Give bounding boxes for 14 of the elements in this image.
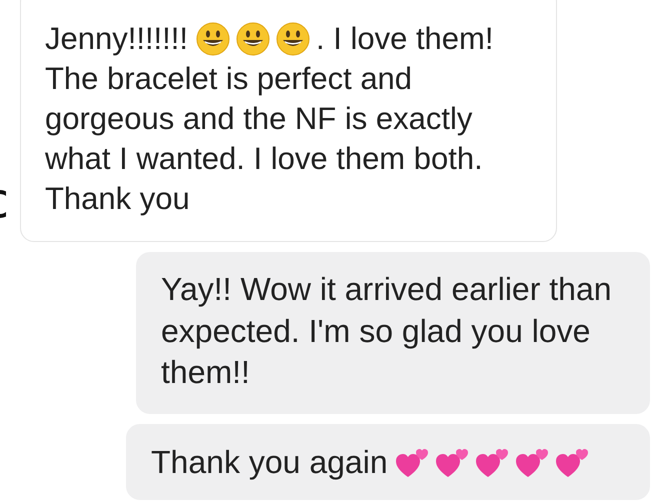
- avatar-icon: [0, 190, 6, 218]
- smiley-icon: [236, 22, 270, 56]
- message-text: The bracelet is perfect and: [45, 60, 412, 98]
- smiley-icon: [196, 22, 230, 56]
- message-text: . I love them!: [316, 20, 494, 58]
- message-text: Jenny!!!!!!!: [45, 20, 188, 58]
- message-text: Thank you: [45, 180, 190, 218]
- message-text: gorgeous and the NF is exactly: [45, 100, 472, 138]
- smiley-icon: [276, 22, 310, 56]
- message-text: what I wanted. I love them both.: [45, 140, 483, 178]
- message-text: expected. I'm so glad you love: [161, 312, 590, 351]
- message-text: them!!: [161, 353, 250, 392]
- message-text: Yay!! Wow it arrived earlier than: [161, 270, 612, 309]
- message-text: Thank you again: [151, 442, 388, 482]
